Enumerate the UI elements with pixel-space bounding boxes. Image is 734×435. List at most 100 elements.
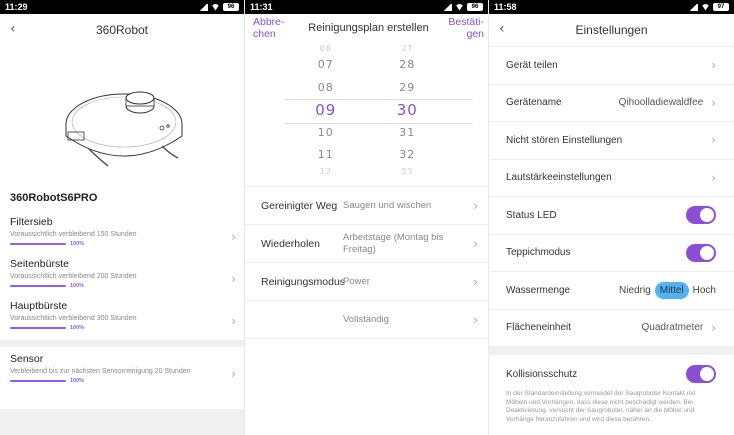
chevron-right-icon: › [473, 236, 478, 251]
progress-percent: 100% [70, 283, 85, 289]
chevron-right-icon: › [473, 312, 478, 327]
back-arrow-icon[interactable]: ‹ [499, 21, 505, 37]
row-label: Gerät teilen [506, 59, 558, 71]
water-amount-row: Wassermenge Niedrig Mittel Hoch [489, 272, 734, 310]
status-bar: 11:29 96 [0, 0, 244, 14]
minute-option[interactable]: 33 [401, 167, 413, 177]
signal-icon [689, 3, 698, 11]
hour-option[interactable]: 11 [318, 144, 334, 167]
consumable-item-filter[interactable]: Filtersieb Voraussichtlich verbleibend 1… [0, 210, 244, 252]
minute-option[interactable]: 27 [401, 44, 413, 54]
repeat-row[interactable]: Wiederholen Arbeitstage (Montag bis Frei… [245, 225, 488, 263]
progress-percent: 100% [70, 378, 85, 384]
wifi-icon [211, 3, 220, 11]
consumable-item-side-brush[interactable]: Seitenbürste Voraussichtlich verbleibend… [0, 252, 244, 294]
page-title: 360Robot [95, 23, 149, 37]
back-arrow-icon[interactable]: ‹ [10, 21, 16, 37]
chevron-right-icon: › [231, 272, 236, 286]
status-bar: 11:31 96 [245, 0, 488, 14]
minute-option[interactable]: 29 [399, 77, 415, 100]
carpet-mode-row: Teppichmodus [489, 235, 734, 272]
consumable-desc: Voraussichtlich verbleibend 150 Stunden [10, 231, 137, 238]
minute-selected[interactable]: 30 [397, 99, 418, 122]
app-header: ‹ 360Robot [0, 14, 244, 46]
battery-icon: 96 [467, 3, 483, 11]
time-picker[interactable]: 06 07 08 09 10 11 12 27 28 29 30 31 32 3… [245, 42, 488, 176]
row-label: Reinigungsmodus [261, 275, 346, 288]
row-value: Power [343, 275, 370, 287]
chevron-right-icon: › [711, 58, 716, 73]
water-option-medium[interactable]: Mittel [654, 281, 689, 299]
robot-overview-screen: 11:29 96 ‹ 360Robot 360RobotS6PRO Filter… [0, 0, 244, 435]
row-label: Teppichmodus [506, 247, 571, 259]
chevron-right-icon: › [231, 230, 236, 244]
consumable-title: Hauptbürste [10, 300, 68, 312]
row-label: Wassermenge [506, 284, 571, 296]
cleaning-path-row[interactable]: Gereinigter Weg Saugen und wischen › [245, 187, 488, 225]
collision-description: In der Standardeinstellung vermeidet der… [506, 390, 696, 423]
hour-option[interactable]: 08 [318, 77, 334, 100]
device-name-value: Qihoolladiewaldfee [618, 97, 704, 109]
row-label: Gerätename [506, 97, 562, 109]
water-option-high[interactable]: Hoch [693, 285, 716, 296]
page-title: Reinigungsplan erstellen [308, 22, 429, 34]
page-title: Einstellungen [575, 23, 648, 37]
row-label: Nicht stören Einstellungen [506, 134, 623, 146]
status-time: 11:31 [250, 2, 273, 12]
hour-option[interactable]: 10 [318, 122, 334, 145]
cleaning-scope-row[interactable]: Vollständig › [245, 301, 488, 339]
battery-icon: 97 [713, 3, 729, 11]
row-label: Status LED [506, 209, 557, 221]
settings-screen: 11:58 97 ‹ Einstellungen Gerät teilen › … [489, 0, 734, 435]
share-device-row[interactable]: Gerät teilen › [489, 47, 734, 85]
selection-line-top [285, 99, 473, 100]
cancel-label: Abbre- chen [253, 16, 285, 40]
chevron-right-icon: › [231, 367, 236, 381]
confirm-button[interactable]: Bestäti- gen [448, 16, 484, 40]
progress-percent: 100% [70, 325, 85, 331]
wifi-icon [701, 3, 710, 11]
consumable-title: Sensor [10, 353, 44, 365]
hour-option[interactable]: 12 [320, 167, 332, 177]
status-bar: 11:58 97 [489, 0, 734, 14]
minute-wheel[interactable]: 27 28 29 30 31 32 33 [397, 42, 418, 176]
signal-icon [199, 3, 208, 11]
minute-option[interactable]: 32 [399, 144, 415, 167]
device-name-row[interactable]: Gerätename Qihoolladiewaldfee › [489, 85, 734, 122]
settings-header: ‹ Einstellungen [489, 14, 734, 46]
area-unit-value: Quadratmeter [641, 322, 704, 334]
status-led-toggle[interactable] [686, 206, 716, 225]
row-value: Saugen und wischen [343, 199, 432, 211]
consumable-desc: Verbleibend bis zur nächsten Sensorreini… [10, 368, 191, 375]
chevron-right-icon: › [711, 170, 716, 185]
collision-protection-toggle[interactable] [686, 365, 716, 383]
collision-protection-section: Kollisionsschutz In der Standardeinstell… [489, 355, 734, 424]
schedule-screen: 11:31 96 Abbre- chen Reinigungsplan erst… [245, 0, 488, 435]
area-unit-row[interactable]: Flächeneinheit Quadratmeter › [489, 310, 734, 347]
water-amount-selector[interactable]: Niedrig Mittel Hoch [619, 281, 716, 299]
cleaning-mode-row[interactable]: Reinigungsmodus Power › [245, 263, 488, 301]
minute-option[interactable]: 31 [399, 122, 415, 145]
water-option-low[interactable]: Niedrig [619, 285, 651, 296]
status-led-row: Status LED [489, 197, 734, 235]
chevron-right-icon: › [231, 314, 236, 328]
consumable-item-sensor[interactable]: Sensor Verbleibend bis zur nächsten Sens… [0, 347, 244, 389]
volume-row[interactable]: Lautstärkeeinstellungen › [489, 160, 734, 197]
consumable-title: Filtersieb [10, 216, 53, 228]
hour-selected[interactable]: 09 [315, 99, 336, 122]
chevron-right-icon: › [473, 198, 478, 213]
minute-option[interactable]: 28 [399, 54, 415, 77]
hour-wheel[interactable]: 06 07 08 09 10 11 12 [315, 42, 336, 176]
consumable-desc: Voraussichtlich verbleibend 300 Stunden [10, 315, 137, 322]
hour-option[interactable]: 07 [318, 54, 334, 77]
confirm-label: Bestäti- gen [448, 16, 484, 40]
row-label: Kollisionsschutz [506, 368, 578, 380]
progress-bar [10, 285, 66, 287]
cancel-button[interactable]: Abbre- chen [253, 16, 289, 40]
consumable-item-main-brush[interactable]: Hauptbürste Voraussichtlich verbleibend … [0, 294, 244, 336]
do-not-disturb-row[interactable]: Nicht stören Einstellungen › [489, 122, 734, 160]
hour-option[interactable]: 06 [320, 44, 332, 54]
consumable-desc: Voraussichtlich verbleibend 200 Stunden [10, 273, 137, 280]
device-name: 360RobotS6PRO [10, 192, 98, 204]
carpet-mode-toggle[interactable] [686, 243, 716, 262]
